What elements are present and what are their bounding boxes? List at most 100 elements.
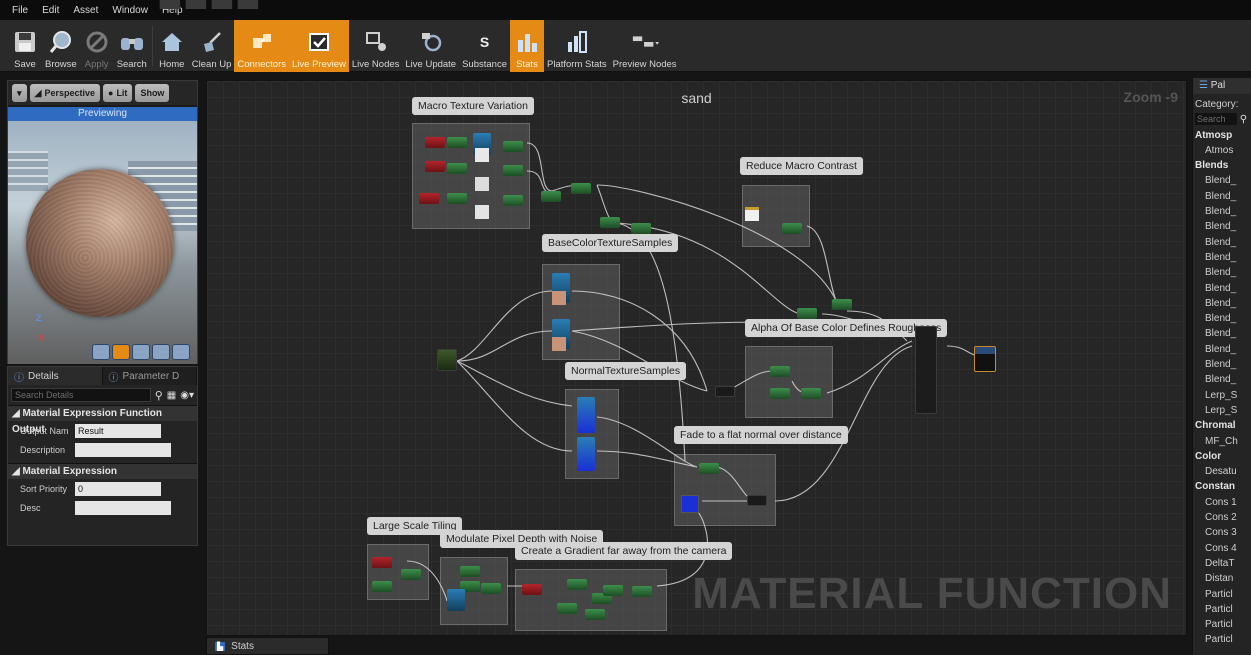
palette-item[interactable]: Blend_ bbox=[1193, 342, 1251, 357]
palette-item[interactable]: Particl bbox=[1193, 632, 1251, 647]
stats-tab[interactable]: ▙ Stats bbox=[206, 637, 329, 655]
apply-button[interactable]: Apply bbox=[80, 20, 114, 72]
multiply-node[interactable] bbox=[447, 163, 467, 174]
multiply-node[interactable] bbox=[541, 191, 561, 202]
palette-tab[interactable]: ☰ Pal bbox=[1193, 78, 1251, 94]
palette-item[interactable]: Cons 1 bbox=[1193, 495, 1251, 510]
cylinder-preview-icon[interactable] bbox=[92, 344, 110, 360]
texture-sample-node[interactable] bbox=[577, 397, 595, 433]
texture-sample-node[interactable] bbox=[577, 437, 595, 471]
palette-category[interactable]: Blends bbox=[1193, 158, 1251, 173]
search-icon[interactable]: ⚲ bbox=[155, 389, 163, 402]
comment-normal-texture-samples[interactable]: NormalTextureSamples bbox=[565, 362, 687, 380]
connectors-button[interactable]: Connectors bbox=[234, 20, 289, 72]
add-node[interactable] bbox=[631, 223, 651, 234]
sort-priority-field[interactable]: 0 bbox=[75, 481, 161, 496]
component-mask-node[interactable] bbox=[503, 165, 523, 176]
sphere-preview-icon[interactable] bbox=[112, 344, 130, 360]
eye-icon[interactable]: ◉▾ bbox=[180, 390, 194, 401]
multiply-node[interactable] bbox=[401, 569, 421, 580]
menu-edit[interactable]: Edit bbox=[42, 5, 59, 16]
live-preview-button[interactable]: Live Preview bbox=[289, 20, 349, 72]
multiply-node[interactable] bbox=[699, 463, 719, 474]
multiply-node[interactable] bbox=[770, 388, 790, 399]
palette-item[interactable]: Blend_ bbox=[1193, 372, 1251, 387]
palette-item[interactable]: Distan bbox=[1193, 571, 1251, 586]
property-matrix-icon[interactable]: ▦ bbox=[167, 390, 176, 401]
cube-preview-icon[interactable] bbox=[152, 344, 170, 360]
teapot-preview-icon[interactable] bbox=[172, 344, 190, 360]
live-update-button[interactable]: Live Update bbox=[402, 20, 459, 72]
section-material-expression[interactable]: ◢ Material Expression bbox=[8, 463, 197, 479]
menu-file[interactable]: File bbox=[12, 5, 28, 16]
comment-reduce-macro-contrast[interactable]: Reduce Macro Contrast bbox=[740, 157, 863, 175]
constant-node[interactable] bbox=[745, 207, 759, 221]
palette-category[interactable]: Atmosp bbox=[1193, 128, 1251, 143]
multiply-node[interactable] bbox=[447, 193, 467, 204]
multiply-node[interactable] bbox=[770, 366, 790, 377]
component-mask-node[interactable] bbox=[503, 141, 523, 152]
palette-item[interactable]: Desatu bbox=[1193, 464, 1251, 479]
function-output-node[interactable] bbox=[974, 346, 996, 372]
palette-item[interactable]: Particl bbox=[1193, 617, 1251, 632]
comment-fade-flat-normal[interactable]: Fade to a flat normal over distance bbox=[674, 426, 848, 444]
multiply-node[interactable] bbox=[600, 217, 620, 228]
power-node[interactable] bbox=[603, 585, 623, 596]
perspective-button[interactable]: ◢ Perspective bbox=[29, 84, 100, 102]
stats-button[interactable]: Stats bbox=[510, 20, 544, 72]
save-button[interactable]: Save bbox=[8, 20, 42, 72]
divide-node[interactable] bbox=[557, 603, 577, 614]
function-input-node[interactable] bbox=[437, 349, 457, 371]
details-search-input[interactable]: Search Details bbox=[11, 388, 151, 402]
palette-item[interactable]: Atmos bbox=[1193, 143, 1251, 158]
palette-category[interactable]: Color bbox=[1193, 449, 1251, 464]
camera-position-node[interactable] bbox=[522, 584, 542, 595]
palette-item[interactable]: Cons 3 bbox=[1193, 525, 1251, 540]
material-graph-canvas[interactable]: sand Zoom -9 MATERIAL FUNCTION Macro Tex… bbox=[206, 80, 1187, 636]
home-button[interactable]: Home bbox=[155, 20, 189, 72]
texture-coordinate-node[interactable] bbox=[425, 137, 445, 148]
tab-details[interactable]: ⓘ Details bbox=[8, 367, 103, 385]
lerp-node[interactable] bbox=[782, 223, 802, 234]
texture-coordinate-node[interactable] bbox=[419, 193, 439, 204]
palette-item[interactable]: Blend_ bbox=[1193, 326, 1251, 341]
lerp-node[interactable] bbox=[747, 495, 767, 506]
comment-macro-texture-variation[interactable]: Macro Texture Variation bbox=[412, 97, 534, 115]
texture-coordinate-node[interactable] bbox=[425, 161, 445, 172]
preview-nodes-button[interactable]: Preview Nodes bbox=[610, 20, 680, 72]
palette-item[interactable]: Lerp_S bbox=[1193, 388, 1251, 403]
comment-basecolor-texture-samples[interactable]: BaseColorTextureSamples bbox=[542, 234, 679, 252]
palette-item[interactable]: Blend_ bbox=[1193, 357, 1251, 372]
noise-node[interactable] bbox=[460, 566, 480, 577]
pixel-depth-node[interactable] bbox=[447, 589, 465, 611]
browse-button[interactable]: Browse bbox=[42, 20, 80, 72]
preview-viewport[interactable]: ▾ ◢ Perspective ● Lit Show Previewing Z X bbox=[7, 80, 198, 364]
plane-preview-icon[interactable] bbox=[132, 344, 150, 360]
category-row[interactable]: Category: bbox=[1193, 97, 1251, 112]
desc-field[interactable] bbox=[75, 500, 171, 515]
description-field[interactable] bbox=[75, 442, 171, 457]
palette-item[interactable]: Blend_ bbox=[1193, 281, 1251, 296]
palette-item[interactable]: Cons 4 bbox=[1193, 541, 1251, 556]
menu-window[interactable]: Window bbox=[112, 5, 148, 16]
search-button[interactable]: Search bbox=[114, 20, 150, 72]
multiply-node[interactable] bbox=[797, 308, 817, 319]
comment-gradient-far-camera[interactable]: Create a Gradient far away from the came… bbox=[515, 542, 733, 560]
saturate-node[interactable] bbox=[632, 586, 652, 597]
clean-up-button[interactable]: Clean Up bbox=[189, 20, 235, 72]
palette-category[interactable]: Chromal bbox=[1193, 418, 1251, 433]
substance-button[interactable]: S Substance bbox=[459, 20, 510, 72]
multiply-node[interactable] bbox=[447, 137, 467, 148]
palette-item[interactable]: Particl bbox=[1193, 602, 1251, 617]
add-node[interactable] bbox=[481, 583, 501, 594]
platform-stats-button[interactable]: Platform Stats bbox=[544, 20, 610, 72]
lerp-node[interactable] bbox=[571, 183, 591, 194]
palette-item[interactable]: Cons 2 bbox=[1193, 510, 1251, 525]
palette-item[interactable]: Blend_ bbox=[1193, 265, 1251, 280]
one-minus-node[interactable] bbox=[585, 609, 605, 620]
preview-scene[interactable]: Z X bbox=[8, 121, 197, 364]
palette-item[interactable]: Blend_ bbox=[1193, 219, 1251, 234]
constant-normal-node[interactable] bbox=[681, 495, 699, 513]
menu-asset[interactable]: Asset bbox=[73, 5, 98, 16]
lerp-node[interactable] bbox=[801, 388, 821, 399]
